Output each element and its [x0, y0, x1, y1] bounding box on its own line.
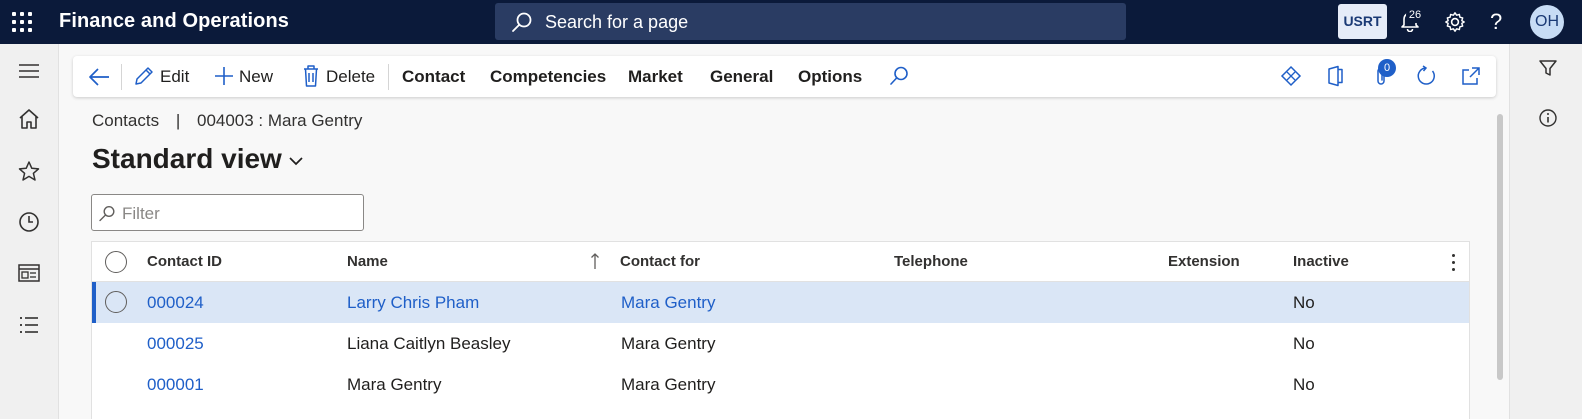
inactive-cell[interactable]: No: [1293, 375, 1315, 395]
view-selector[interactable]: Standard view: [92, 143, 282, 175]
left-navigation: [0, 44, 59, 419]
contact-for-cell[interactable]: Mara Gentry: [621, 334, 715, 354]
edit-button[interactable]: Edit: [160, 56, 189, 97]
waffle-icon[interactable]: [12, 12, 32, 32]
row-select-checkbox[interactable]: [105, 291, 127, 313]
contact-id-link[interactable]: 000024: [147, 293, 204, 313]
contact-for-cell[interactable]: Mara Gentry: [621, 375, 715, 395]
right-pane: [1509, 44, 1582, 419]
column-header-name[interactable]: Name: [347, 253, 388, 270]
list-icon[interactable]: [17, 314, 41, 336]
search-icon: [512, 12, 532, 32]
action-pane: Edit New Delete Contact Competencies Mar…: [73, 56, 1496, 97]
tab-market[interactable]: Market: [628, 56, 683, 97]
inactive-cell[interactable]: No: [1293, 334, 1315, 354]
new-button[interactable]: New: [239, 56, 273, 97]
home-icon[interactable]: [17, 108, 41, 130]
tab-options[interactable]: Options: [798, 56, 862, 97]
table-row[interactable]: 000025 Liana Caitlyn Beasley Mara Gentry…: [92, 323, 1469, 364]
hamburger-icon[interactable]: [17, 62, 41, 80]
back-arrow-icon[interactable]: [87, 66, 111, 88]
column-header-extension[interactable]: Extension: [1168, 253, 1240, 270]
top-nav-bar: Finance and Operations Search for a page…: [0, 0, 1582, 44]
contact-id-link[interactable]: 000025: [147, 334, 204, 354]
table-row[interactable]: 000024 Larry Chris Pham Mara Gentry No: [92, 282, 1469, 323]
scrollbar-thumb[interactable]: [1497, 114, 1503, 380]
gear-icon[interactable]: [1444, 11, 1466, 33]
tab-competencies[interactable]: Competencies: [490, 56, 606, 97]
company-picker[interactable]: USRT: [1338, 4, 1387, 39]
plus-icon: [215, 67, 233, 85]
select-all-checkbox[interactable]: [105, 251, 127, 273]
breadcrumb-separator: |: [175, 111, 181, 130]
name-cell[interactable]: Mara Gentry: [347, 375, 441, 395]
more-options-icon[interactable]: [1452, 254, 1456, 275]
attachment-count-badge: 0: [1378, 59, 1396, 77]
refresh-icon[interactable]: [1415, 65, 1437, 87]
tab-contact[interactable]: Contact: [402, 56, 465, 97]
search-icon[interactable]: [888, 65, 910, 87]
clock-icon[interactable]: [17, 210, 41, 234]
breadcrumb-root[interactable]: Contacts: [92, 111, 159, 130]
column-header-telephone[interactable]: Telephone: [894, 253, 968, 270]
table-row[interactable]: 000001 Mara Gentry Mara Gentry No: [92, 364, 1469, 405]
workspace-icon[interactable]: [17, 262, 41, 284]
search-icon: [99, 205, 115, 222]
notification-count-badge: 26: [1406, 7, 1424, 23]
sort-ascending-icon: [591, 253, 599, 269]
column-header-contact-for[interactable]: Contact for: [620, 253, 700, 270]
filter-icon[interactable]: [1538, 58, 1558, 78]
delete-button[interactable]: Delete: [326, 56, 375, 97]
separator: [388, 64, 389, 90]
edit-pencil-icon: [135, 67, 153, 85]
open-in-new-window-icon[interactable]: [1460, 65, 1482, 87]
contact-for-cell[interactable]: Mara Gentry: [621, 293, 715, 313]
contacts-grid: Contact ID Name Contact for Telephone Ex…: [91, 241, 1470, 419]
filter-placeholder: Filter: [122, 204, 160, 223]
app-title[interactable]: Finance and Operations: [59, 10, 289, 33]
breadcrumb-current: 004003 : Mara Gentry: [196, 111, 363, 130]
star-icon[interactable]: [17, 160, 41, 182]
help-icon[interactable]: ?: [1490, 9, 1502, 35]
trash-icon: [304, 65, 318, 87]
office-icon[interactable]: [1325, 65, 1345, 87]
info-icon[interactable]: [1538, 108, 1558, 128]
power-apps-icon[interactable]: [1280, 65, 1302, 87]
breadcrumb: Contacts | 004003 : Mara Gentry: [92, 111, 362, 131]
separator: [121, 64, 122, 90]
name-cell[interactable]: Liana Caitlyn Beasley: [347, 334, 510, 354]
avatar[interactable]: OH: [1530, 5, 1564, 39]
column-header-contact-id[interactable]: Contact ID: [147, 253, 222, 270]
grid-header: Contact ID Name Contact for Telephone Ex…: [92, 242, 1469, 282]
page-search-box[interactable]: Search for a page: [495, 3, 1126, 40]
column-header-inactive[interactable]: Inactive: [1293, 253, 1349, 270]
chevron-down-icon[interactable]: [288, 156, 304, 166]
tab-general[interactable]: General: [710, 56, 773, 97]
inactive-cell[interactable]: No: [1293, 293, 1315, 313]
contact-id-link[interactable]: 000001: [147, 375, 204, 395]
filter-input[interactable]: Filter: [91, 194, 364, 231]
name-cell[interactable]: Larry Chris Pham: [347, 293, 479, 313]
search-placeholder: Search for a page: [545, 12, 689, 32]
